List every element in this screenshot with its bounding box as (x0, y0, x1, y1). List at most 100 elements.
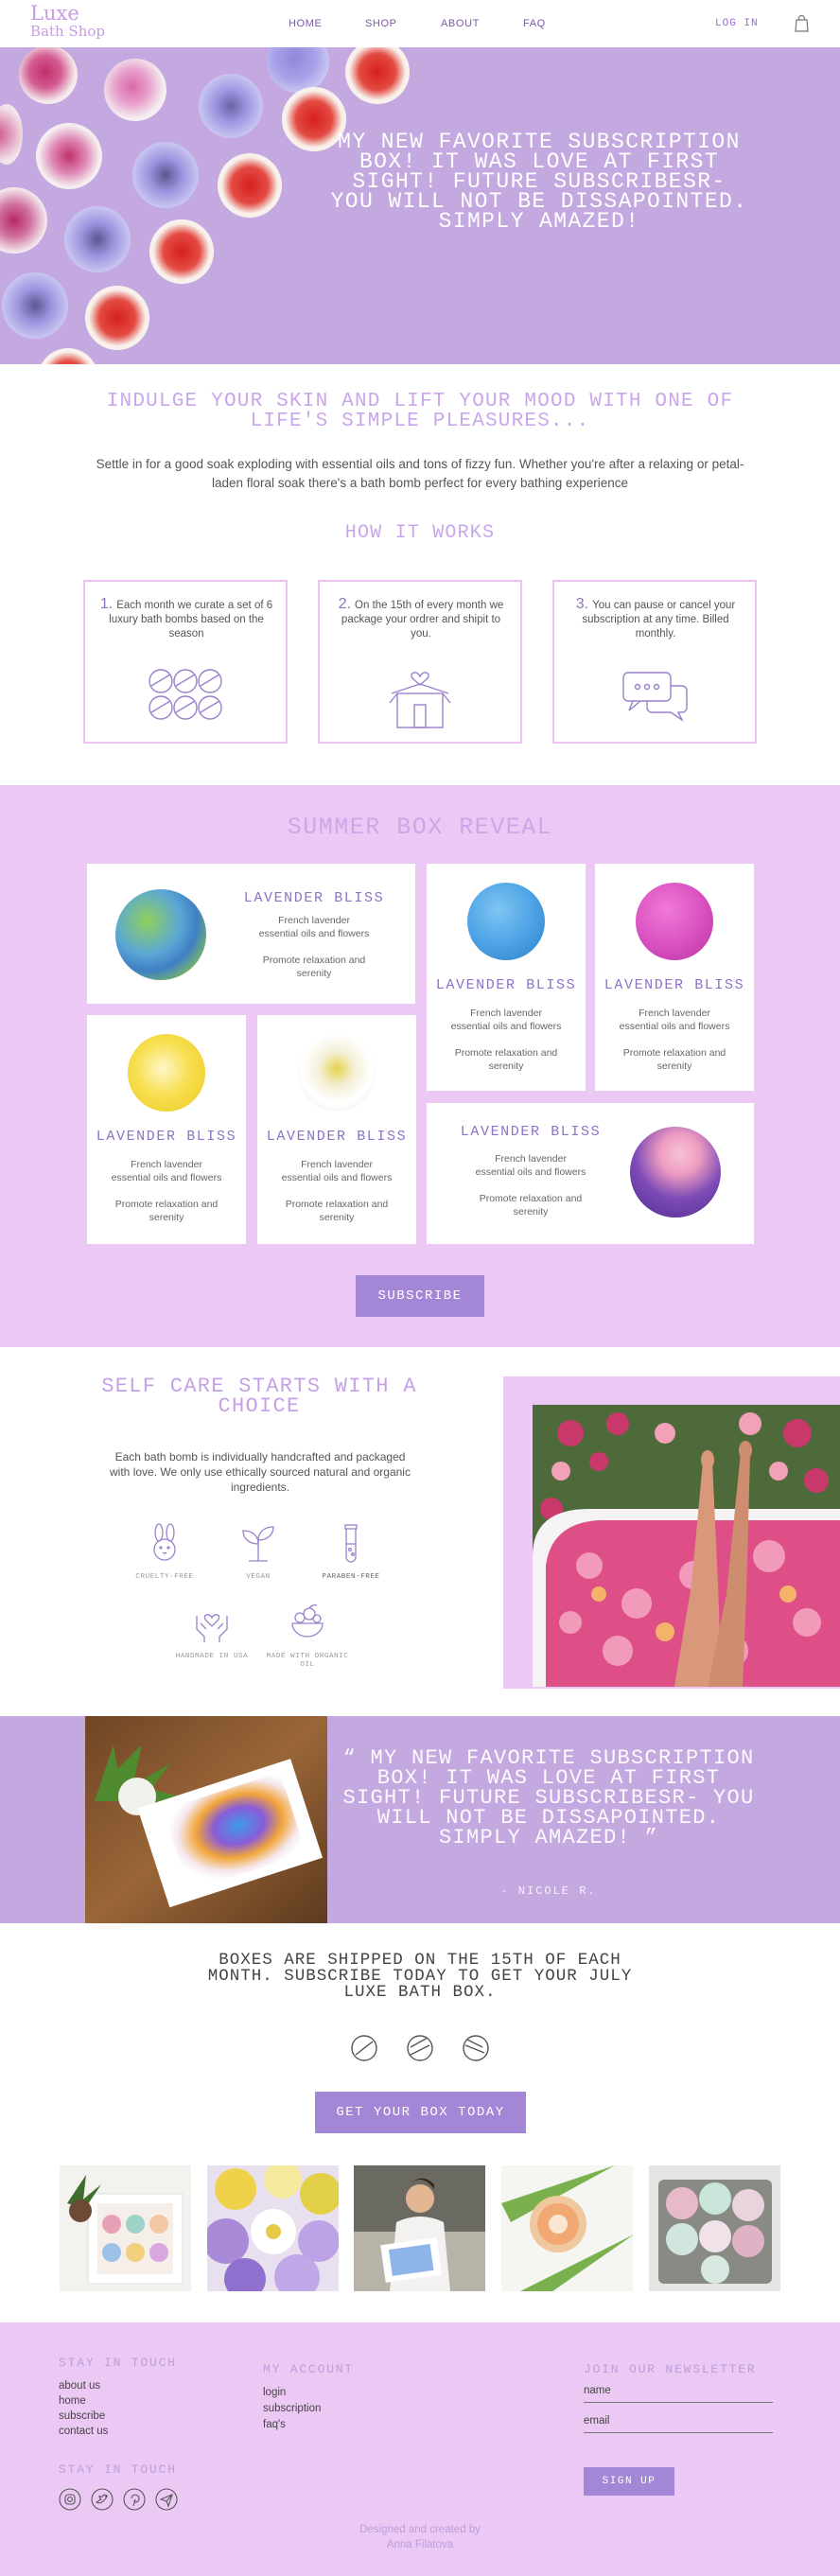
testimonial-photo (85, 1716, 327, 1923)
gift-box-icon (389, 672, 451, 728)
footer-link-faqs[interactable]: faq's (263, 2417, 286, 2432)
product-card-3[interactable]: LAVENDER BLISS French lavender essential … (595, 864, 754, 1091)
chat-bubbles-icon (622, 672, 688, 723)
newsletter-email-field[interactable]: email (584, 2415, 773, 2433)
stay-in-touch-heading: STAY IN TOUCH (59, 2356, 177, 2370)
sprout-icon (242, 1526, 274, 1562)
indulge-body: Settle in for a good soak exploding with… (96, 457, 744, 490)
nav-faq[interactable]: FAQ (523, 18, 546, 29)
product-desc-1: French lavender essential oils and flower… (258, 915, 370, 979)
step-1-description: Each month we curate a set of 6 luxury b… (109, 600, 273, 640)
hands-heart-icon (196, 1614, 228, 1642)
nav-shop[interactable]: SHOP (365, 18, 397, 29)
logo[interactable]: Luxe Bath Shop (30, 4, 105, 40)
nav-home[interactable]: HOME (289, 18, 322, 29)
feature-organic-oil: MADE WITH ORGANIC OIL (262, 1603, 353, 1670)
gallery-image-4[interactable] (501, 2165, 633, 2291)
credit-line1: Designed and created by (359, 2524, 481, 2535)
twitter-icon[interactable] (91, 2488, 114, 2511)
step-1-text: 1. Each month we curate a set of 6 luxury… (98, 597, 274, 641)
pinterest-icon[interactable] (123, 2488, 146, 2511)
step-card-3: 3. You can pause or cancel your subscript… (552, 580, 757, 744)
summer-box-section: SUMMER BOX REVEAL LAVENDER BLISS French … (0, 785, 840, 1347)
how-it-works-heading: HOW IT WORKS (344, 522, 496, 544)
shipping-info: BOXES ARE SHIPPED ON THE 15TH OF EACH MO… (207, 1951, 633, 2002)
product-image-3 (636, 883, 713, 960)
step-3-description: You can pause or cancel your subscriptio… (582, 600, 736, 640)
footer: STAY IN TOUCH about us home subscribe co… (0, 2322, 840, 2576)
product-desc-2: French lavender essential oils and flower… (450, 1008, 562, 1072)
feature-label-handmade: HANDMADE IN USA (175, 1653, 249, 1660)
product-card-2[interactable]: LAVENDER BLISS French lavender essential … (427, 864, 586, 1091)
newsletter-name-field[interactable]: name (584, 2385, 773, 2403)
product-image-6 (630, 1127, 721, 1218)
instagram-icon[interactable] (59, 2488, 81, 2511)
summer-box-heading: SUMMER BOX REVEAL (287, 814, 553, 841)
bunny-icon (153, 1523, 176, 1561)
feature-vegan: VEGAN (213, 1523, 304, 1582)
bath-bomb-icons (351, 2035, 489, 2061)
testimonial-author: - NICOLE R. (500, 1884, 597, 1898)
product-image-2 (467, 883, 545, 960)
product-title-5: LAVENDER BLISS (266, 1129, 408, 1145)
product-card-6[interactable]: LAVENDER BLISS French lavender essential … (427, 1103, 754, 1244)
product-image-4 (128, 1034, 205, 1112)
gallery-image-1[interactable] (60, 2165, 191, 2291)
footer-link-contact-us[interactable]: contact us (59, 2424, 108, 2439)
product-title-6: LAVENDER BLISS (460, 1124, 602, 1140)
hero-banner: MY NEW FAVORITE SUBSCRIPTION BOX! IT WAS… (0, 47, 840, 364)
product-card-1[interactable]: LAVENDER BLISS French lavender essential … (87, 864, 415, 1004)
step-3-number: 3. (575, 596, 589, 612)
footer-link-home[interactable]: home (59, 2393, 86, 2409)
shopping-bag-icon[interactable] (795, 15, 809, 32)
step-2-description: On the 15th of every month we package yo… (341, 600, 504, 640)
subscribe-button[interactable]: SUBSCRIBE (356, 1275, 484, 1317)
footer-link-subscription[interactable]: subscription (263, 2401, 321, 2416)
product-desc-3: French lavender essential oils and flower… (619, 1008, 730, 1072)
credit: Designed and created by Anna Filatova (312, 2522, 528, 2552)
product-card-4[interactable]: LAVENDER BLISS French lavender essential … (87, 1015, 246, 1244)
feature-label-organic-oil: MADE WITH ORGANIC OIL (266, 1653, 349, 1669)
my-account-heading: MY ACCOUNT (263, 2362, 355, 2376)
gallery-image-2[interactable] (207, 2165, 339, 2291)
nav-about[interactable]: ABOUT (441, 18, 480, 29)
login-link[interactable]: LOG IN (715, 18, 759, 29)
bath-bombs-icon (149, 669, 222, 720)
get-box-button[interactable]: GET YOUR BOX TODAY (315, 2092, 526, 2133)
signup-button[interactable]: SIGN UP (584, 2467, 674, 2496)
logo-line2: Bath Shop (30, 23, 105, 40)
testimonial-quote: “ MY NEW FAVORITE SUBSCRIPTION BOX! IT W… (342, 1746, 755, 1849)
send-icon[interactable] (155, 2488, 178, 2511)
feature-label-cruelty-free: CRUELTY-FREE (135, 1573, 194, 1581)
gallery-image-5[interactable] (649, 2165, 780, 2291)
product-title-4: LAVENDER BLISS (96, 1129, 237, 1145)
footer-link-about-us[interactable]: about us (59, 2378, 100, 2393)
hero-quote: MY NEW FAVORITE SUBSCRIPTION BOX! IT WAS… (330, 130, 748, 234)
product-desc-6: French lavender essential oils and flower… (475, 1153, 586, 1218)
product-desc-5: French lavender essential oils and flower… (281, 1159, 393, 1223)
feature-handmade: HANDMADE IN USA (166, 1603, 257, 1661)
indulge-heading: INDULGE YOUR SKIN AND LIFT YOUR MOOD WIT… (106, 391, 734, 432)
newsletter-heading: JOIN OUR NEWSLETTER (584, 2362, 757, 2376)
feature-label-vegan: VEGAN (246, 1573, 271, 1581)
credit-line2: Anna Filatova (386, 2539, 454, 2550)
product-title-3: LAVENDER BLISS (604, 977, 745, 993)
step-2-number: 2. (338, 596, 352, 612)
step-1-number: 1. (99, 596, 114, 612)
social-heading: STAY IN TOUCH (59, 2462, 177, 2477)
feature-cruelty-free: CRUELTY-FREE (119, 1523, 210, 1582)
organic-bowl-icon (291, 1603, 324, 1638)
feature-label-paraben-free: PARABEN-FREE (322, 1573, 380, 1581)
footer-link-subscribe[interactable]: subscribe (59, 2409, 105, 2424)
step-card-1: 1. Each month we curate a set of 6 luxury… (83, 580, 288, 744)
testimonial-section: “ MY NEW FAVORITE SUBSCRIPTION BOX! IT W… (0, 1716, 840, 1923)
product-image-1 (115, 889, 206, 980)
product-image-5 (298, 1034, 376, 1112)
step-card-2: 2. On the 15th of every month we package … (318, 580, 522, 744)
bath-photo (533, 1405, 840, 1687)
gallery-image-3[interactable] (354, 2165, 485, 2291)
footer-link-login[interactable]: login (263, 2385, 286, 2400)
self-care-heading: SELF CARE STARTS WITH A CHOICE (101, 1375, 417, 1418)
product-card-5[interactable]: LAVENDER BLISS French lavender essential … (257, 1015, 416, 1244)
logo-line1: Luxe (30, 2, 79, 25)
